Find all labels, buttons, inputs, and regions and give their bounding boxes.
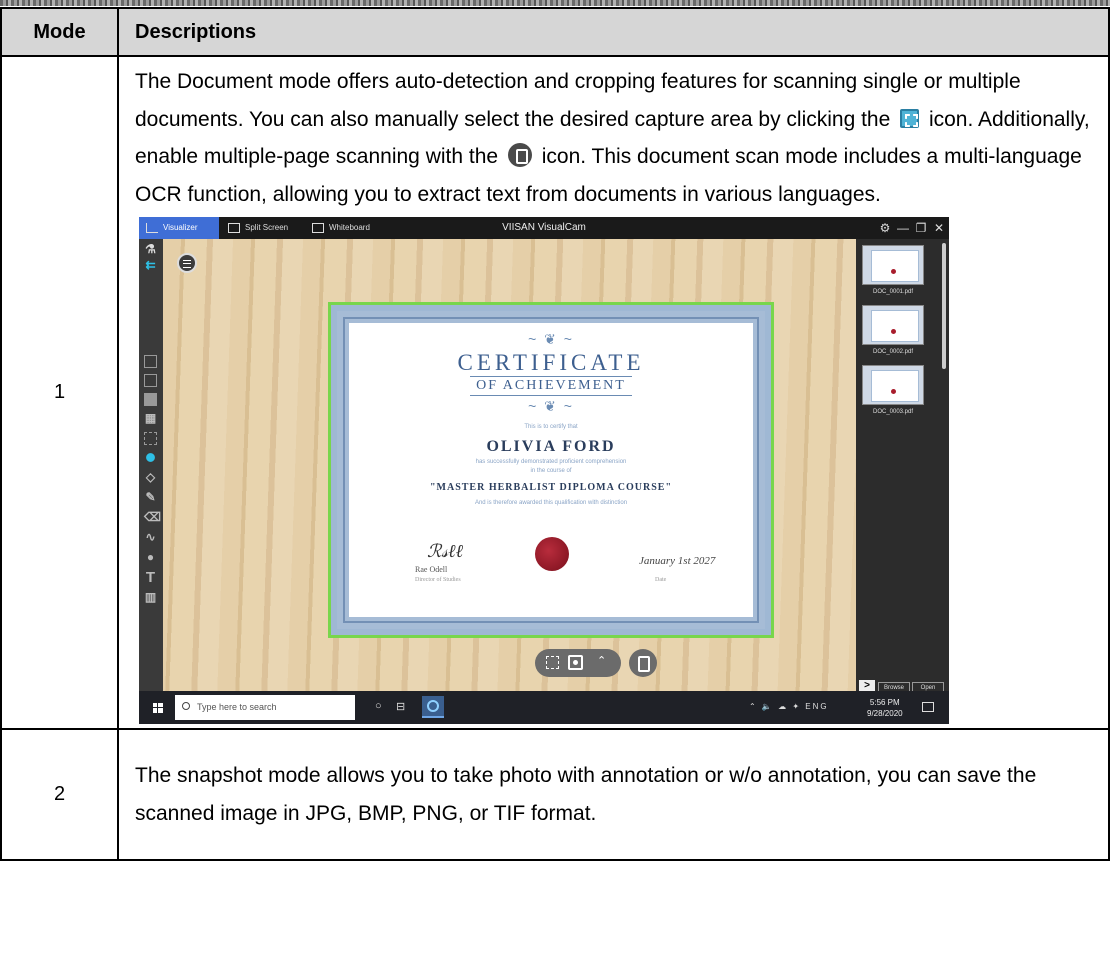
app-screenshot: Visualizer Split Screen Whiteboard VIISA…	[139, 217, 949, 724]
detected-document-frame: ~ ❦ ~ CERTIFICATE OF ACHIEVEMENT ~ ❦ ~ T…	[328, 302, 774, 638]
menu-icon[interactable]	[177, 253, 197, 273]
description-cell: The Document mode offers auto-detection …	[117, 55, 1110, 730]
table-header-row: Mode Descriptions	[0, 7, 1110, 57]
cortana-icon[interactable]: ○	[375, 700, 382, 712]
taskbar-clock[interactable]: 5:56 PM 9/28/2020	[867, 697, 903, 719]
search-placeholder: Type here to search	[197, 702, 277, 712]
flask-icon[interactable]: ⚗	[144, 243, 157, 256]
certificate-line1: has successfully demonstrated proficient…	[475, 459, 627, 465]
scrollbar[interactable]	[942, 243, 946, 369]
table-row: 1 The Document mode offers auto-detectio…	[0, 55, 1110, 730]
grid-icon[interactable]: ▦	[144, 412, 157, 425]
close-icon[interactable]: ✕	[931, 220, 947, 236]
certificate-line3: And is therefore awarded this qualificat…	[474, 500, 628, 506]
file-thumbnail[interactable]	[862, 245, 924, 285]
wax-seal-icon	[535, 537, 569, 571]
course-name: "MASTER HERBALIST DIPLOMA COURSE"	[429, 482, 672, 493]
header-descriptions: Descriptions	[117, 7, 1110, 57]
visualcam-taskbar-icon[interactable]	[422, 696, 444, 718]
settings-icon[interactable]: ⚙	[877, 220, 893, 236]
table-row: 2 The snapshot mode allows you to take p…	[0, 728, 1110, 861]
shapes-icon[interactable]: ◇	[144, 471, 157, 484]
manual-crop-icon[interactable]	[546, 656, 559, 669]
capture-toolbar: ⌃	[535, 649, 621, 677]
system-tray-icons[interactable]: ⌃ 🔈 ☁ ✦ ENG	[749, 702, 829, 711]
pen-icon[interactable]: ✎	[144, 491, 157, 504]
signer-block: Rae Odell Director of Studies	[415, 565, 461, 585]
app-title: VIISAN VisualCam	[502, 222, 586, 233]
mode-number: 1	[0, 55, 119, 730]
file-thumbnail[interactable]	[862, 305, 924, 345]
language-indicator: ENG	[805, 702, 829, 711]
certificate-subtitle: OF ACHIEVEMENT	[470, 376, 632, 396]
signer-name: Rae Odell	[415, 565, 448, 574]
left-toolbar: ⚗ ⇇ ▦ ◇ ✎ ⌫ ∿ ● T ▥	[139, 239, 163, 691]
taskbar-search[interactable]: Type here to search	[175, 695, 355, 720]
file-name: DOC_0003.pdf	[872, 409, 914, 415]
chevron-up-icon[interactable]: ⌃	[597, 654, 606, 667]
text-icon[interactable]: T	[144, 570, 157, 585]
select-area-icon[interactable]	[144, 432, 157, 445]
recipient-name: OLIVIA FORD	[486, 438, 616, 455]
multi-page-button[interactable]	[629, 649, 657, 677]
auto-crop-icon[interactable]	[568, 655, 583, 670]
search-icon	[182, 702, 190, 710]
minimize-icon[interactable]: —	[895, 220, 911, 236]
clock-date: 9/28/2020	[867, 709, 903, 718]
certificate-line2: in the course of	[530, 468, 572, 474]
signature: ℛ𝓈ℓℓ	[427, 541, 463, 561]
mode-2-description: The snapshot mode allows you to take pho…	[135, 764, 1037, 825]
windows-start-icon[interactable]	[153, 703, 163, 713]
mode-number: 2	[0, 728, 119, 861]
certificate-date: January 1st 2027	[639, 555, 716, 567]
ornament-icon: ~ ❦ ~	[528, 331, 574, 347]
brush-icon[interactable]: ∿	[144, 531, 157, 544]
restore-icon[interactable]: ❐	[913, 220, 929, 236]
file-name: DOC_0001.pdf	[872, 289, 914, 295]
file-name: DOC_0002.pdf	[872, 349, 914, 355]
certificate: ~ ❦ ~ CERTIFICATE OF ACHIEVEMENT ~ ❦ ~ T…	[337, 311, 765, 629]
multi-page-icon	[507, 143, 532, 167]
palette-icon[interactable]: ●	[144, 551, 157, 564]
usb-icon[interactable]: ⇇	[144, 259, 157, 272]
file-thumbnail[interactable]	[862, 365, 924, 405]
top-photo-strip	[0, 0, 1110, 6]
crop-fill-icon[interactable]	[144, 393, 157, 406]
crop-square-icon[interactable]	[144, 374, 157, 387]
description-cell: The snapshot mode allows you to take pho…	[117, 728, 1110, 861]
crop-small-icon[interactable]	[144, 355, 157, 368]
clock-time: 5:56 PM	[869, 698, 900, 707]
certificate-title: CERTIFICATE	[457, 350, 645, 375]
ornament-icon: ~ ❦ ~	[528, 398, 574, 414]
header-mode: Mode	[0, 7, 119, 57]
camera-view: ~ ❦ ~ CERTIFICATE OF ACHIEVEMENT ~ ❦ ~ T…	[163, 239, 856, 691]
title-bar: Visualizer Split Screen Whiteboard VIISA…	[139, 217, 949, 239]
task-view-icon[interactable]: ⊟	[396, 700, 405, 713]
hand-icon[interactable]	[144, 451, 157, 464]
file-panel: DOC_0001.pdf DOC_0002.pdf DOC_0003.pdf >…	[856, 239, 949, 695]
notification-icon[interactable]	[922, 702, 934, 712]
mode-table: Mode Descriptions 1 The Document mode of…	[0, 7, 1110, 861]
windows-taskbar: Type here to search ○ ⊟ ⌃ 🔈 ☁ ✦ ENG 5:56…	[139, 691, 949, 724]
desc-text-part: The Document mode offers auto-detection …	[135, 70, 1021, 131]
trash-icon[interactable]: ▥	[144, 591, 157, 604]
mode-1-description: The Document mode offers auto-detection …	[135, 63, 1108, 213]
crop-area-icon	[900, 108, 920, 128]
certify-text: This is to certify that	[524, 424, 578, 430]
date-label: Date	[655, 577, 667, 583]
eraser-icon[interactable]: ⌫	[144, 511, 161, 524]
signer-role: Director of Studies	[415, 577, 461, 583]
